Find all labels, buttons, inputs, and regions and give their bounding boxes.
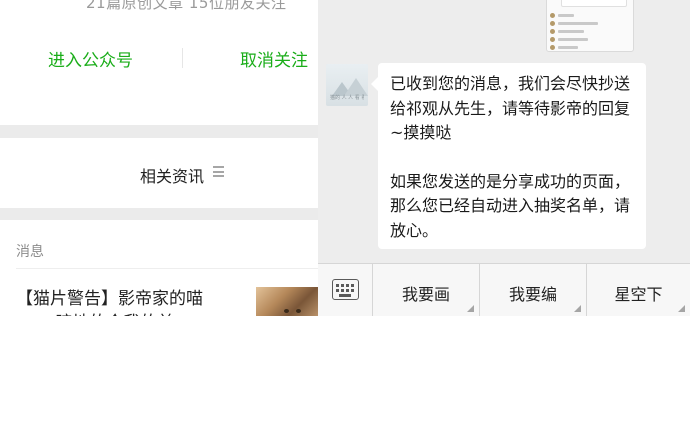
section-spacer	[0, 208, 318, 220]
reply-paragraph-1: 已收到您的消息，我们会尽快抄送给祁观从先生，请等待影帝的回复~摸摸哒	[390, 74, 631, 142]
menu-item-starry-sky[interactable]: 星空下	[586, 264, 690, 316]
action-divider	[182, 48, 183, 68]
chat-panel: 猫的 人 人 看 看 已收到您的消息，我们会尽快抄送给祁观从先生，请等待影帝的回…	[318, 0, 690, 316]
divider	[16, 268, 318, 269]
menu-item-label: 星空下	[614, 285, 663, 304]
account-actions: 进入公众号 取消关注	[0, 34, 318, 76]
enter-account-button[interactable]: 进入公众号	[48, 46, 133, 71]
menu-item-label: 我要画	[401, 285, 450, 304]
account-profile-panel: 21篇原创文章 15位朋友关注 进入公众号 取消关注 相关资讯 消息 【猫片警告…	[0, 0, 318, 316]
submenu-indicator-icon	[678, 305, 685, 312]
keyboard-toggle-button[interactable]	[318, 264, 372, 316]
submenu-indicator-icon	[467, 305, 474, 312]
menu-item-write[interactable]: 我要编	[479, 264, 586, 316]
unfollow-button[interactable]: 取消关注	[240, 46, 308, 71]
menu-icon	[213, 166, 224, 177]
shared-screenshot-card[interactable]	[546, 0, 634, 52]
reply-paragraph-2: 如果您发送的是分享成功的页面，那么您已经自动进入抽奖名单，请放心。	[390, 171, 631, 240]
avatar-caption: 猫的 人 人 看 看	[330, 95, 364, 101]
submenu-indicator-icon	[574, 305, 581, 312]
account-avatar[interactable]: 猫的 人 人 看 看	[326, 64, 368, 106]
keyboard-icon	[332, 279, 359, 300]
article-thumbnail[interactable]	[256, 287, 318, 316]
messages-section-label: 消息	[16, 244, 44, 260]
section-spacer	[0, 125, 318, 138]
related-news-label: 相关资讯	[140, 167, 205, 186]
auto-reply-bubble: 已收到您的消息，我们会尽快抄送给祁观从先生，请等待影帝的回复~摸摸哒 如果您发送…	[371, 63, 646, 249]
article-title[interactable]: 【猫片警告】影帝家的喵—— 暗地的个我的益	[16, 287, 242, 316]
related-news-row[interactable]: 相关资讯	[0, 138, 318, 208]
menu-item-label: 我要编	[508, 285, 557, 304]
menu-item-draw[interactable]: 我要画	[372, 264, 479, 316]
account-stats: 21篇原创文章 15位朋友关注	[86, 0, 287, 12]
custom-menu-bar: 我要画 我要编 星空下	[318, 263, 690, 316]
